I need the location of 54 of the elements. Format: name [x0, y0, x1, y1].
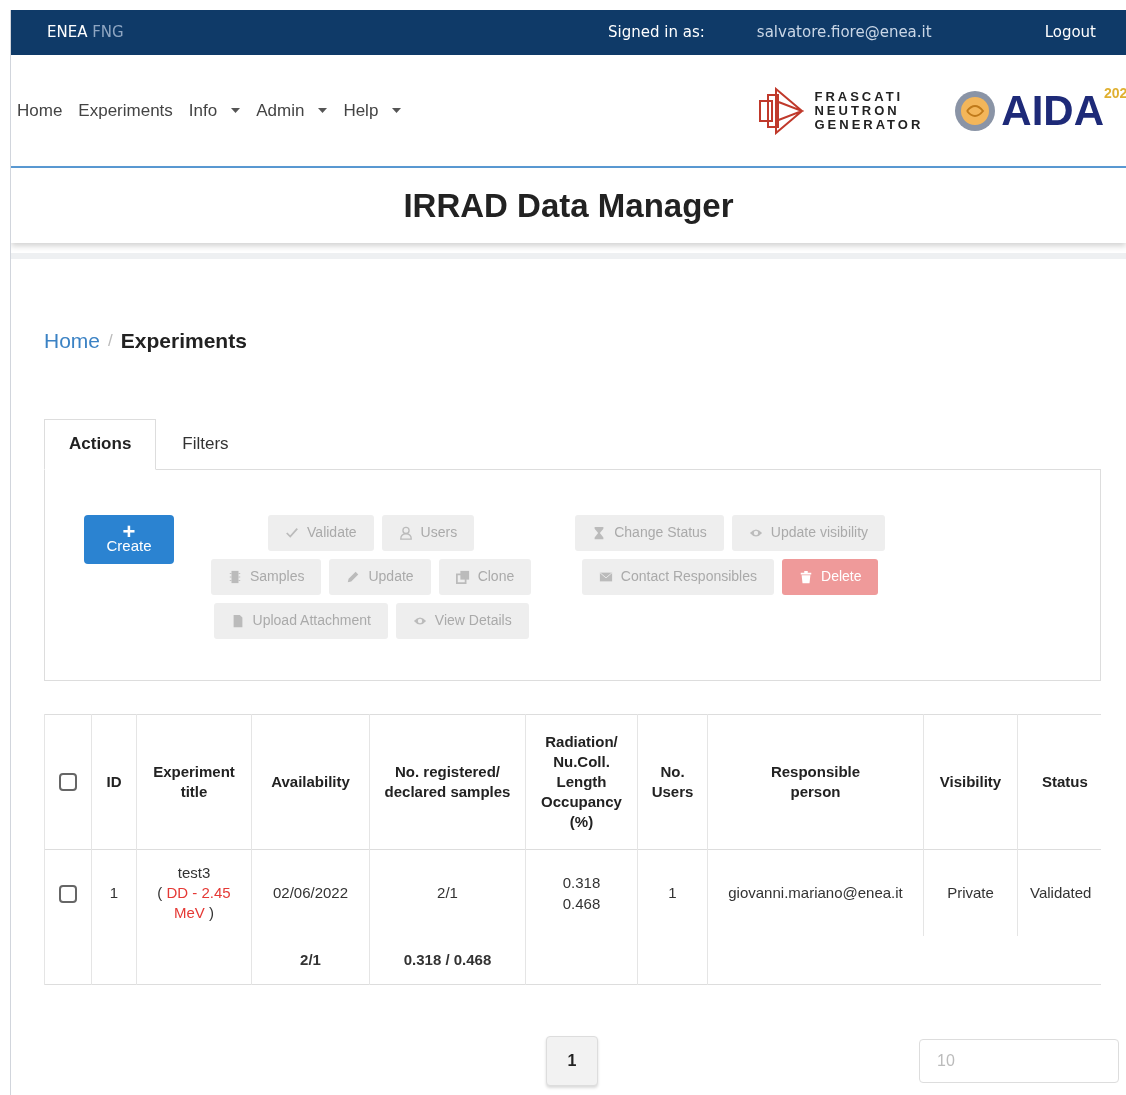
- aida-year-text: 202: [1104, 83, 1126, 101]
- breadcrumb-link[interactable]: Home: [44, 325, 101, 357]
- nav-link[interactable]: Home: [17, 97, 63, 124]
- breadcrumb-current: Experiments: [120, 328, 247, 354]
- column-header: No. Users: [637, 714, 708, 849]
- table-cell-text: 0.468: [561, 893, 602, 914]
- tab[interactable]: Filters: [156, 418, 255, 470]
- fng-logo-text: FRASCATI NEUTRON GENERATOR: [814, 89, 924, 132]
- envelope-icon: [598, 569, 613, 584]
- user-icon: [398, 525, 413, 540]
- brand-text: ENEA FNG: [47, 22, 124, 44]
- table-cell: 2/1: [369, 849, 526, 936]
- checkbox[interactable]: [59, 773, 77, 792]
- page-size-field[interactable]: 10: [919, 1038, 1119, 1083]
- column-header: Status: [1017, 714, 1101, 849]
- checkbox[interactable]: [59, 884, 77, 903]
- experiment-title: test3: [176, 862, 212, 883]
- table-cell: Private: [923, 849, 1018, 936]
- create-button[interactable]: + Create: [84, 514, 174, 564]
- chip-icon: [228, 569, 242, 584]
- column-header: Visibility: [923, 714, 1018, 849]
- tab[interactable]: Actions: [44, 418, 157, 470]
- aida-logo-icon: [953, 88, 998, 133]
- fng-logo-icon: [758, 86, 805, 135]
- column-header: Availability: [251, 714, 370, 849]
- nav-link[interactable]: Admin: [256, 97, 328, 124]
- copy-icon: [455, 569, 470, 584]
- column-header: Responsible person: [707, 714, 924, 849]
- table-cell: 1: [637, 849, 708, 936]
- user-email: salvatore.fiore@enea.it: [756, 22, 932, 44]
- table-cell: 02/06/2022: [251, 849, 370, 936]
- table-cell: 1: [91, 849, 137, 936]
- table-cell: giovanni.mariano@enea.it: [707, 849, 924, 936]
- trash-icon: [799, 569, 813, 584]
- pencil-icon: [346, 569, 361, 584]
- breadcrumb-separator: /: [108, 330, 113, 352]
- column-header: No. registered/ declared samples: [369, 714, 526, 849]
- column-header: Radiation/ Nu.Coll. Length Occupancy (%): [525, 714, 638, 849]
- signed-in-label: Signed in as:: [608, 22, 705, 44]
- page-button[interactable]: 1: [546, 1035, 598, 1086]
- total-cell: 2/1: [251, 936, 370, 984]
- column-header: ID: [91, 714, 137, 849]
- table-cell-text: 0.318: [561, 872, 602, 893]
- nav-link[interactable]: Info: [188, 97, 241, 124]
- aida-logo-text: AIDA: [1001, 89, 1104, 132]
- nav-link[interactable]: Help: [343, 97, 402, 124]
- column-header: Experiment title: [136, 714, 252, 849]
- logout-link[interactable]: Logout: [1044, 21, 1096, 44]
- table-cell: Validated: [1017, 849, 1101, 936]
- total-cell: 0.318 / 0.468: [369, 936, 526, 984]
- experiment-source: ( DD - 2.45 MeV ): [156, 882, 232, 923]
- check-icon: [285, 525, 300, 540]
- nav-link[interactable]: Experiments: [78, 97, 173, 124]
- page-title: IRRAD Data Manager: [403, 185, 734, 226]
